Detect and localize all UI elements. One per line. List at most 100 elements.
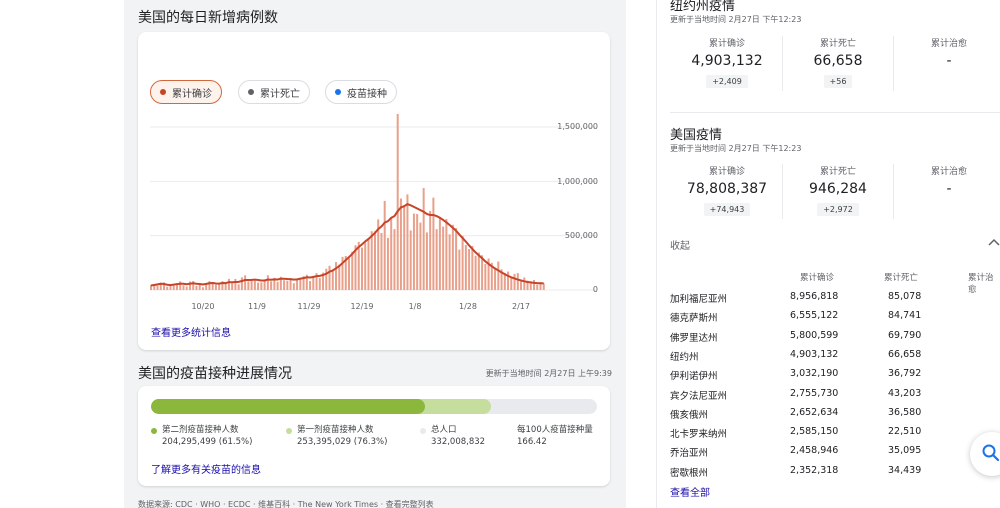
table-row[interactable]: 乔治亚州 2,458,946 35,095: [670, 445, 1000, 464]
state-deaths: 84,741: [888, 310, 922, 322]
table-row[interactable]: 加利福尼亚州 8,956,818 85,078: [670, 291, 1000, 310]
ny-updated-time: 更新于当地时间 2月27日 下午12:23: [670, 15, 802, 24]
state-name: 宾夕法尼亚州: [670, 390, 728, 402]
chart-bar: [406, 194, 409, 290]
state-cases: 2,585,150: [790, 426, 839, 438]
stat-delta: +56: [823, 75, 853, 88]
chart-bar: [351, 251, 354, 290]
stat-label: 累计死亡: [819, 167, 856, 177]
legend-value: 253,395,029 (76.3%): [297, 437, 388, 447]
stat-label: 累计确诊: [708, 39, 745, 49]
chart-bar: [494, 268, 497, 290]
cases-chart-card: 累计确诊 累计死亡 疫苗接种 1,500,000 1,000,000 500,0…: [138, 32, 610, 350]
x-tick-label: 11/9: [248, 302, 266, 311]
chart-bar: [419, 222, 422, 290]
state-deaths: 85,078: [888, 291, 922, 302]
chart-bar: [461, 235, 464, 290]
chart-bar: [328, 265, 331, 290]
table-row[interactable]: 密歇根州 2,352,318 34,439: [670, 465, 1000, 484]
state-name: 北卡罗来纳州: [670, 429, 728, 441]
chart-bar: [373, 231, 376, 290]
vaccine-updated-time: 更新于当地时间 2月27日 上午9:39: [485, 369, 612, 378]
view-all-link[interactable]: 查看全部: [670, 484, 710, 499]
chart-bar: [416, 213, 419, 290]
chart-bar: [367, 238, 370, 290]
chart-bar: [393, 229, 396, 290]
chart-bar: [370, 231, 373, 290]
chevron-up-icon[interactable]: [988, 237, 1000, 249]
stat-label: 累计治愈: [930, 39, 967, 49]
chart-bar: [516, 273, 519, 290]
chart-bar: [263, 281, 266, 290]
chart-bar: [250, 280, 253, 290]
chart-bar: [435, 229, 438, 290]
chart-bar: [296, 280, 299, 290]
ny-deaths-stat: 累计死亡 66,658 +56: [783, 36, 893, 88]
chart-bar: [214, 284, 217, 290]
vaccine-card: 第二剂疫苗接种人数 204,295,499 (61.5%) 第一剂疫苗接种人数 …: [138, 386, 610, 486]
chart-bar: [253, 279, 256, 290]
chart-bar: [179, 281, 182, 290]
chart-bar: [422, 188, 425, 290]
y-tick-label: 0: [592, 285, 598, 294]
stat-value: -: [946, 181, 952, 197]
chart-bar: [523, 277, 526, 290]
column-header-deaths: 累计死亡: [884, 273, 919, 283]
chart-bar: [240, 277, 243, 290]
us-recovered-stat: 累计治愈 -: [894, 164, 1000, 197]
legend-label: 第二剂疫苗接种人数: [162, 425, 239, 435]
table-row[interactable]: 纽约州 4,903,132 66,658: [670, 349, 1000, 368]
x-tick-label: 2/17: [512, 302, 530, 311]
chart-bar: [533, 280, 536, 290]
table-row[interactable]: 伊利诺伊州 3,032,190 36,792: [670, 368, 1000, 387]
state-name: 佛罗里达州: [670, 332, 718, 344]
floating-search-button[interactable]: [970, 432, 1000, 476]
chart-bar: [360, 247, 363, 290]
per100-legend: 每100人疫苗接种量 166.42: [517, 424, 593, 448]
chart-bar: [386, 237, 389, 290]
state-deaths: 69,790: [888, 329, 922, 341]
legend-value: 204,295,499 (61.5%): [162, 437, 253, 447]
table-row[interactable]: 宾夕法尼亚州 2,755,730 43,203: [670, 388, 1000, 407]
x-tick-label: 12/19: [350, 302, 374, 311]
section-divider: [670, 112, 1000, 113]
chart-bar: [156, 285, 159, 290]
chart-bar: [438, 217, 441, 290]
table-row[interactable]: 佛罗里达州 5,800,599 69,790: [670, 330, 1000, 349]
chart-bar: [513, 273, 516, 290]
vaccine-progress-track: [151, 399, 597, 414]
chart-bar: [477, 252, 480, 290]
vaccine-more-link[interactable]: 了解更多有关疫苗的信息: [151, 461, 261, 476]
table-row[interactable]: 北卡罗来纳州 2,585,150 22,510: [670, 426, 1000, 445]
chart-bar: [451, 224, 454, 290]
more-stats-link[interactable]: 查看更多统计信息: [151, 324, 231, 339]
state-deaths: 35,095: [888, 445, 922, 457]
us-updated-time: 更新于当地时间 2月27日 下午12:23: [670, 144, 802, 153]
chart-bar: [244, 275, 247, 290]
chart-bar: [396, 113, 399, 291]
chart-bar: [455, 228, 458, 290]
table-row[interactable]: 德克萨斯州 6,555,122 84,741: [670, 310, 1000, 329]
y-tick-label: 500,000: [564, 231, 598, 240]
state-name: 德克萨斯州: [670, 313, 718, 325]
legend-label: 第一剂疫苗接种人数: [297, 425, 374, 435]
state-cases: 3,032,190: [790, 368, 839, 380]
state-name: 加利福尼亚州: [670, 294, 728, 305]
collapse-label[interactable]: 收起: [670, 237, 690, 252]
chart-bar: [231, 283, 234, 290]
state-name: 伊利诺伊州: [670, 371, 718, 383]
stat-label: 累计治愈: [930, 167, 967, 177]
state-name: 纽约州: [670, 351, 699, 363]
state-name: 密歇根州: [670, 467, 709, 479]
state-cases: 2,755,730: [790, 387, 839, 399]
chart-bar: [529, 283, 532, 290]
source-text[interactable]: 数据来源: CDC · WHO · ECDC · 维基百科 · The New …: [138, 499, 434, 508]
chart-bar: [237, 284, 240, 290]
state-deaths: 34,439: [888, 464, 922, 476]
chart-bar: [318, 278, 321, 290]
population-legend: 总人口 332,008,832: [431, 424, 485, 448]
chart-bar: [286, 280, 289, 290]
x-tick-label: 1/8: [408, 302, 422, 311]
chart-bar: [292, 283, 295, 290]
table-row[interactable]: 俄亥俄州 2,652,634 36,580: [670, 407, 1000, 426]
